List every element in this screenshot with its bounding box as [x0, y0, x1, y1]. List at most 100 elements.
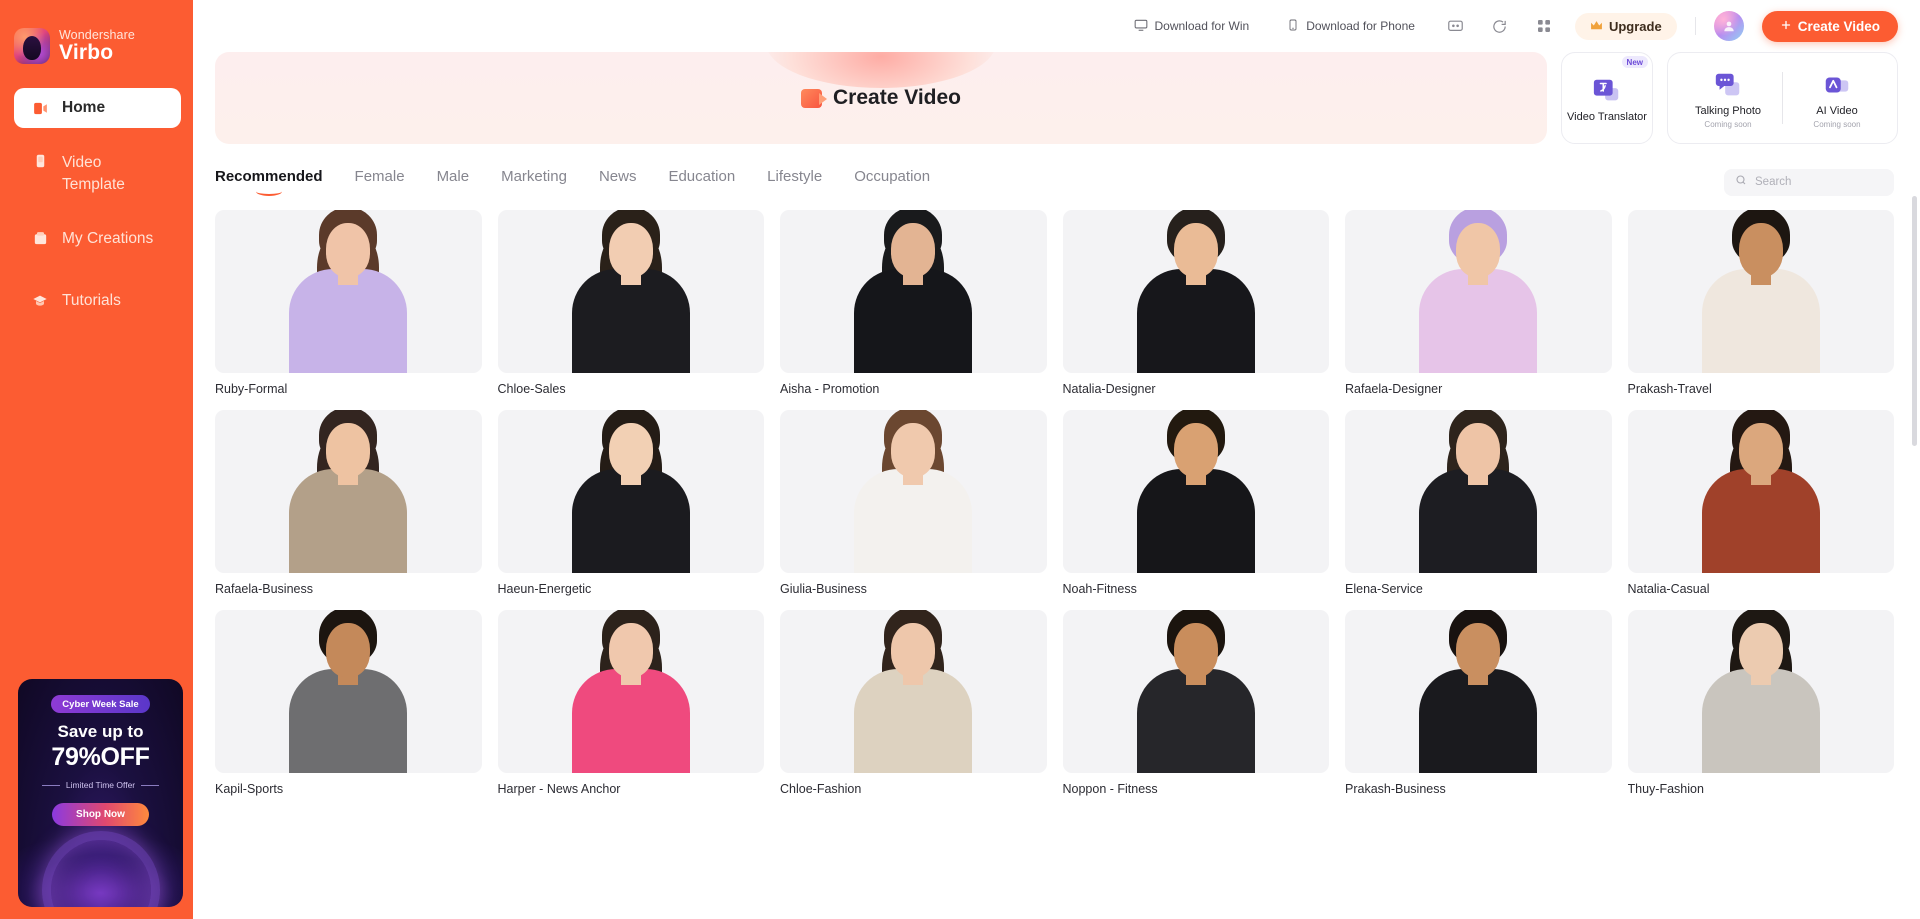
- avatar-card[interactable]: Harper - News Anchor: [497, 610, 764, 796]
- avatar-card[interactable]: Aisha - Promotion: [780, 210, 1047, 396]
- content-scrollbar[interactable]: [1912, 196, 1917, 446]
- brand-company-name: Wondershare: [59, 27, 135, 42]
- avatar-figure: [551, 610, 711, 773]
- feature-talking-photo-label: Talking Photo: [1694, 104, 1762, 117]
- sidebar-item-video-template[interactable]: Video Template: [14, 150, 181, 197]
- avatar-card[interactable]: Rafaela-Business: [215, 410, 482, 596]
- feature-card-video-translator[interactable]: New Video Translator: [1561, 52, 1653, 144]
- avatar-card[interactable]: Noah-Fitness: [1062, 410, 1329, 596]
- feedback-icon[interactable]: [1443, 13, 1469, 39]
- brand-logo-block[interactable]: Wondershare Virbo: [0, 22, 193, 70]
- ai-video-icon: [1822, 68, 1852, 102]
- avatar-thumbnail[interactable]: [1627, 410, 1894, 573]
- apps-grid-icon[interactable]: [1531, 13, 1557, 39]
- upgrade-button[interactable]: Upgrade: [1574, 12, 1677, 40]
- promo-shop-now-button[interactable]: Shop Now: [52, 803, 149, 826]
- create-video-button-top[interactable]: Create Video: [1761, 10, 1898, 42]
- tab-lifestyle[interactable]: Lifestyle: [767, 168, 822, 196]
- avatar-card-label: Noppon - Fitness: [1062, 782, 1158, 796]
- avatar-card[interactable]: Noppon - Fitness: [1062, 610, 1329, 796]
- avatar-figure: [1398, 410, 1558, 573]
- video-template-icon: [30, 152, 50, 170]
- avatar-card-label: Natalia-Casual: [1627, 582, 1710, 596]
- avatar-card[interactable]: Prakash-Business: [1345, 610, 1612, 796]
- avatar-thumbnail[interactable]: [1345, 410, 1612, 573]
- avatar-thumbnail[interactable]: [497, 610, 764, 773]
- sidebar-item-my-creations[interactable]: My Creations: [14, 219, 181, 259]
- avatar-card[interactable]: Kapil-Sports: [215, 610, 482, 796]
- avatar-card[interactable]: Thuy-Fashion: [1627, 610, 1894, 796]
- avatar-thumbnail[interactable]: [1062, 210, 1329, 373]
- avatar-thumbnail[interactable]: [780, 610, 1047, 773]
- tab-marketing[interactable]: Marketing: [501, 168, 567, 196]
- download-for-win-label: Download for Win: [1154, 19, 1250, 33]
- feature-card-talking-photo[interactable]: Talking Photo Coming soon: [1674, 68, 1782, 129]
- avatar-head: [608, 223, 653, 277]
- avatar-card-label: Natalia-Designer: [1062, 382, 1156, 396]
- avatar-head: [891, 423, 936, 477]
- hero-title: Create Video: [833, 86, 961, 109]
- feature-card-ai-video[interactable]: AI Video Coming soon: [1783, 68, 1891, 129]
- history-icon[interactable]: [1487, 13, 1513, 39]
- tab-education[interactable]: Education: [668, 168, 735, 196]
- avatar-figure: [551, 410, 711, 573]
- brand-product-name: Virbo: [59, 40, 114, 64]
- avatar-thumbnail[interactable]: [780, 410, 1047, 573]
- tab-recommended[interactable]: Recommended: [215, 168, 323, 196]
- avatar-grid: Ruby-Formal Chloe-Sales Aisha - Promotion N…: [193, 196, 1920, 796]
- avatar-thumbnail[interactable]: [1062, 610, 1329, 773]
- crown-icon: [1590, 19, 1603, 34]
- graduation-cap-icon: [30, 293, 50, 309]
- tab-news[interactable]: News: [599, 168, 637, 196]
- avatar-thumbnail[interactable]: [1345, 610, 1612, 773]
- promo-line2: 79%OFF: [51, 743, 150, 771]
- avatar-card-label: Noah-Fitness: [1062, 582, 1137, 596]
- avatar-card[interactable]: Prakash-Travel: [1627, 210, 1894, 396]
- create-video-hero-card[interactable]: Create Video: [215, 52, 1547, 144]
- create-video-icon: [801, 88, 827, 108]
- avatar-card-label: Giulia-Business: [780, 582, 867, 596]
- avatar-card[interactable]: Ruby-Formal: [215, 210, 482, 396]
- avatar-thumbnail[interactable]: [215, 610, 482, 773]
- avatar-card[interactable]: Natalia-Casual: [1627, 410, 1894, 596]
- avatar-card-label: Harper - News Anchor: [497, 782, 621, 796]
- avatar-thumbnail[interactable]: [1062, 410, 1329, 573]
- topbar-divider: [1694, 17, 1696, 35]
- promo-banner[interactable]: Cyber Week Sale Save up to 79%OFF Limite…: [18, 679, 183, 907]
- avatar-card[interactable]: Giulia-Business: [780, 410, 1047, 596]
- avatar-card[interactable]: Chloe-Fashion: [780, 610, 1047, 796]
- user-avatar[interactable]: [1713, 11, 1744, 41]
- hero-row: Create Video New Video Translator Talkin…: [193, 52, 1920, 144]
- search-box[interactable]: [1724, 168, 1894, 196]
- avatar-card-label: Elena-Service: [1345, 582, 1423, 596]
- avatar-thumbnail[interactable]: [215, 410, 482, 573]
- download-for-win-button[interactable]: Download for Win: [1124, 13, 1260, 40]
- phone-icon: [1287, 18, 1299, 35]
- avatar-card[interactable]: Rafaela-Designer: [1345, 210, 1612, 396]
- avatar-thumbnail[interactable]: [1627, 210, 1894, 373]
- sidebar-item-video-template-label: Video Template: [62, 154, 125, 194]
- monitor-icon: [1134, 18, 1148, 35]
- avatar-thumbnail[interactable]: [215, 210, 482, 373]
- avatar-thumbnail[interactable]: [497, 410, 764, 573]
- avatar-thumbnail[interactable]: [1627, 610, 1894, 773]
- avatar-thumbnail[interactable]: [780, 210, 1047, 373]
- avatar-card[interactable]: Haeun-Energetic: [497, 410, 764, 596]
- search-input[interactable]: [1755, 176, 1883, 188]
- tab-female[interactable]: Female: [355, 168, 405, 196]
- download-for-phone-button[interactable]: Download for Phone: [1277, 13, 1425, 40]
- avatar-thumbnail[interactable]: [497, 210, 764, 373]
- sidebar-item-tutorials[interactable]: Tutorials: [14, 281, 181, 321]
- virbo-logo-icon: [14, 28, 50, 64]
- tab-male[interactable]: Male: [437, 168, 470, 196]
- avatar-card[interactable]: Natalia-Designer: [1062, 210, 1329, 396]
- avatar-card-label: Prakash-Travel: [1627, 382, 1712, 396]
- avatar-card[interactable]: Elena-Service: [1345, 410, 1612, 596]
- search-icon: [1735, 173, 1747, 191]
- avatar-thumbnail[interactable]: [1345, 210, 1612, 373]
- sidebar-item-home[interactable]: Home: [14, 88, 181, 128]
- tab-occupation[interactable]: Occupation: [854, 168, 930, 196]
- my-creations-icon: [30, 230, 50, 247]
- avatar-card[interactable]: Chloe-Sales: [497, 210, 764, 396]
- avatar-figure: [551, 210, 711, 373]
